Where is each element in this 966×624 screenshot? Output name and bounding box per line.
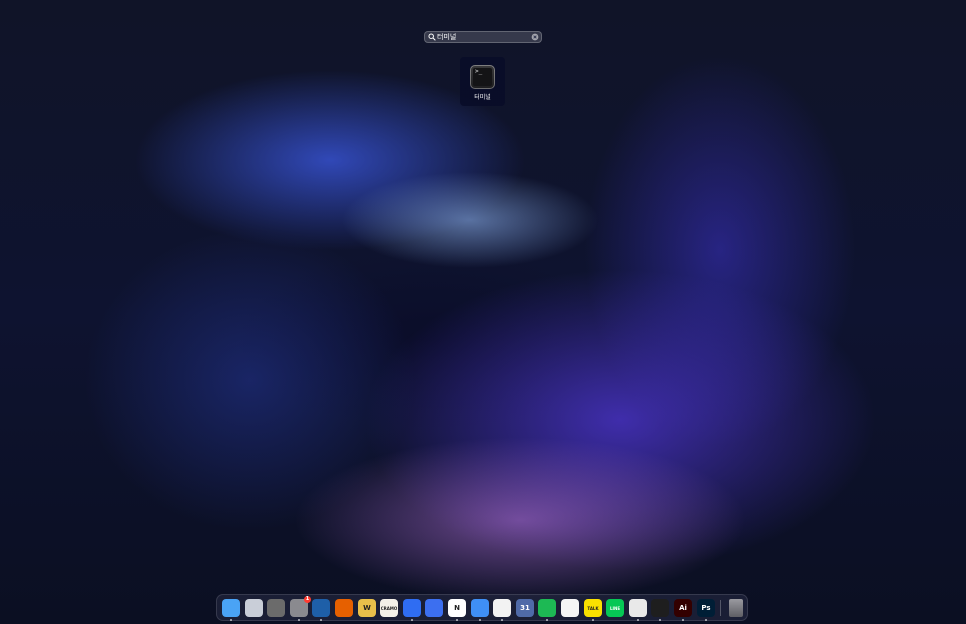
dock: 1 W CRAMO N 31 TALK LINE Ai Ps [216, 594, 748, 621]
calendar-icon[interactable]: 31 [516, 599, 534, 617]
running-indicator [411, 619, 413, 621]
spotify-icon[interactable] [538, 599, 556, 617]
desktop-wallpaper: >_ 터미널 1 W CRAMO N 31 TALK LINE Ai Ps [0, 0, 966, 624]
pencil-icon[interactable] [425, 599, 443, 617]
kakaotalk-label: TALK [587, 605, 599, 611]
trash-icon[interactable] [729, 599, 743, 617]
running-indicator [479, 619, 481, 621]
terminal-prompt-glyph: >_ [475, 68, 483, 75]
gear-icon[interactable]: 1 [290, 596, 311, 617]
running-indicator [546, 619, 548, 621]
search-icon [428, 33, 436, 41]
triangle-icon[interactable] [471, 599, 489, 617]
photoshop-label: Ps [701, 604, 711, 612]
notification-badge: 1 [304, 596, 311, 603]
terminal-icon: >_ [470, 65, 495, 89]
search-result-terminal[interactable]: >_ 터미널 [460, 57, 505, 106]
music-icon[interactable] [561, 599, 579, 617]
check-icon[interactable] [493, 599, 511, 617]
running-indicator [705, 619, 707, 621]
cloud-icon[interactable] [403, 599, 421, 617]
line-icon[interactable]: LINE [606, 599, 624, 617]
illustrator-label: Ai [679, 604, 687, 612]
running-indicator [298, 619, 300, 621]
running-indicator [501, 619, 503, 621]
dock-divider [720, 600, 721, 616]
running-indicator [592, 619, 594, 621]
photoshop-icon[interactable]: Ps [697, 599, 715, 617]
w-icon[interactable]: W [358, 599, 376, 617]
illustrator-icon[interactable]: Ai [674, 599, 692, 617]
search-input[interactable] [437, 32, 533, 42]
running-indicator [456, 619, 458, 621]
kakaotalk-icon[interactable]: TALK [584, 599, 602, 617]
running-indicator [320, 619, 322, 621]
calendar-app-label: 31 [520, 604, 530, 612]
powerpoint-icon[interactable] [629, 599, 647, 617]
line-label: LINE [609, 605, 621, 611]
running-indicator [637, 619, 639, 621]
clear-search-icon[interactable] [531, 33, 539, 41]
bird-icon[interactable] [312, 599, 330, 617]
launchpad-icon[interactable] [245, 599, 263, 617]
cramo-label: CRAMO [380, 605, 398, 611]
notion-label: N [454, 604, 460, 612]
running-indicator [682, 619, 684, 621]
notes-app-label: W [363, 604, 371, 612]
launchpad-search-bar[interactable] [424, 31, 542, 43]
search-result-label: 터미널 [474, 94, 491, 101]
notion-icon[interactable]: N [448, 599, 466, 617]
firefox-icon[interactable] [335, 599, 353, 617]
running-indicator [659, 619, 661, 621]
cramo-icon[interactable]: CRAMO [380, 599, 398, 617]
running-indicator [230, 619, 232, 621]
calculator-icon[interactable] [267, 599, 285, 617]
figma-icon[interactable] [651, 599, 669, 617]
finder-icon[interactable] [222, 599, 240, 617]
